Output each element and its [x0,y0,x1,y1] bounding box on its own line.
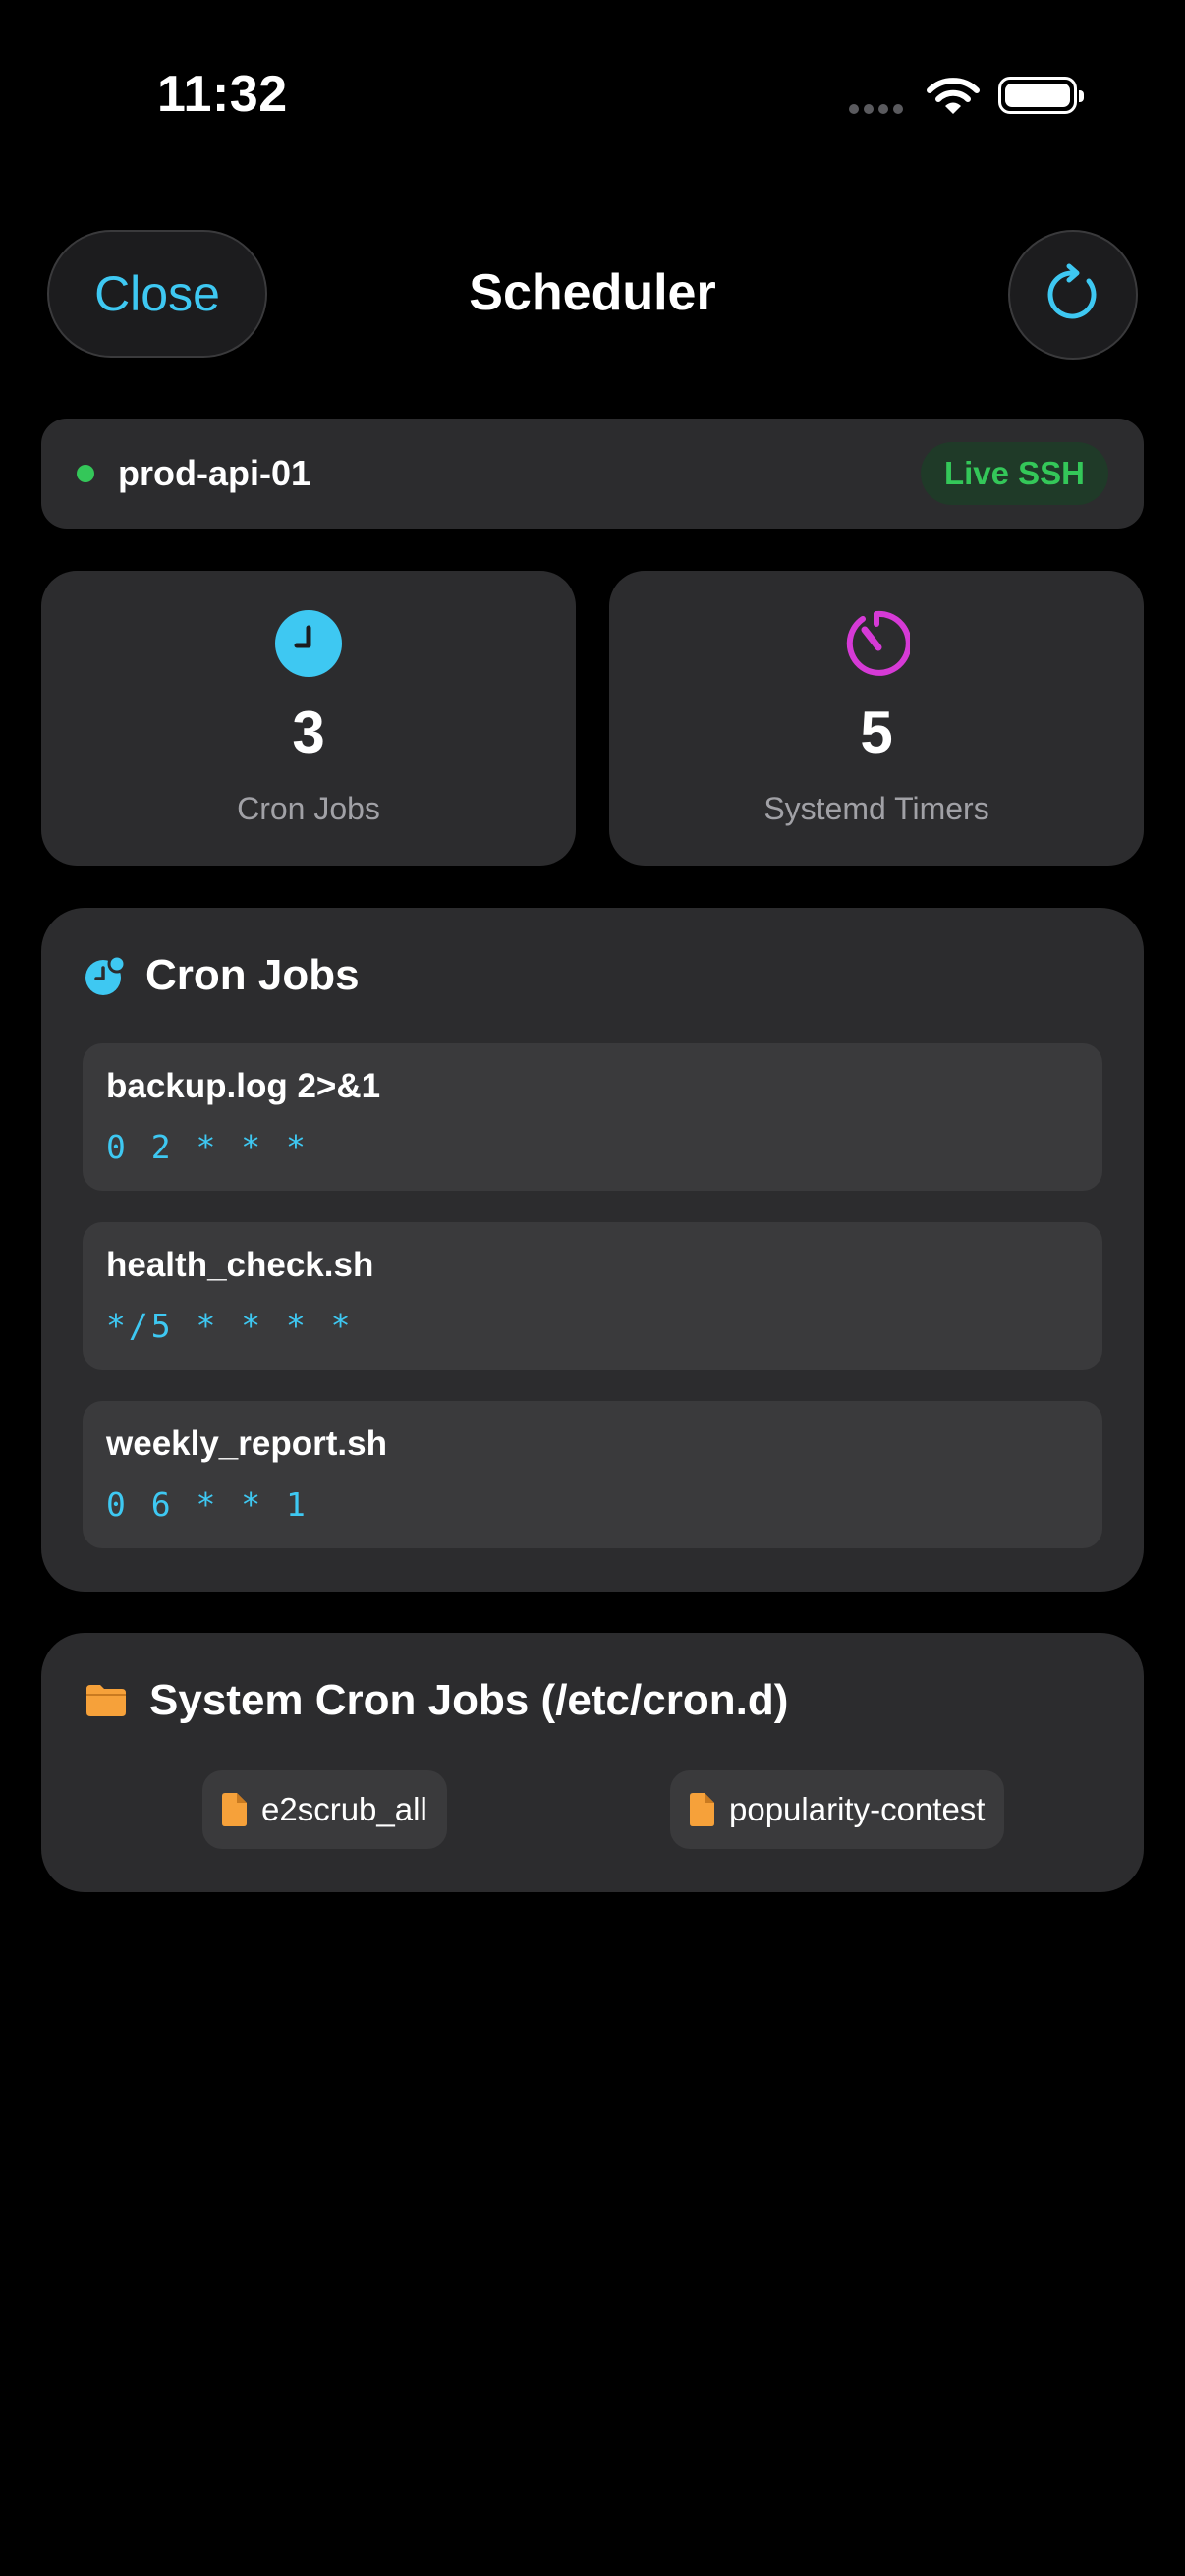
timer-icon [846,610,910,676]
file-icon [222,1793,247,1826]
clock-icon [275,610,342,677]
clock-badge-icon [85,955,126,995]
live-ssh-badge: Live SSH [920,442,1108,505]
job-command: weekly_report.sh [106,1425,387,1463]
file-name: e2scrub_all [261,1791,427,1827]
cron-jobs-stat-card: 3 Cron Jobs [41,571,576,866]
file-icon [690,1793,714,1826]
cron-jobs-section: Cron Jobs backup.log 2>&1 0 2 * * * heal… [41,908,1144,1592]
job-command: backup.log 2>&1 [106,1067,381,1105]
job-command: health_check.sh [106,1246,374,1284]
section-title: Cron Jobs [145,951,360,999]
system-cron-section: System Cron Jobs (/etc/cron.d) e2scrub_a… [41,1633,1144,1892]
server-name: prod-api-01 [118,453,311,493]
refresh-icon [1047,263,1097,319]
dynamic-island [401,37,774,147]
job-schedule: */5 * * * * [106,1307,354,1345]
folder-icon [86,1685,126,1716]
stat-label: Cron Jobs [237,791,380,826]
cron-job-row[interactable]: backup.log 2>&1 0 2 * * * [83,1043,1102,1191]
file-name: popularity-contest [729,1791,986,1827]
job-schedule: 0 6 * * 1 [106,1485,309,1524]
refresh-button[interactable] [1008,230,1138,360]
cron-job-row[interactable]: health_check.sh */5 * * * * [83,1222,1102,1370]
section-title: System Cron Jobs (/etc/cron.d) [149,1676,789,1724]
section-header: Cron Jobs [85,951,360,1000]
cron-file-chip[interactable]: e2scrub_all [202,1770,447,1849]
online-status-dot [77,465,94,482]
wifi-icon [926,77,981,121]
stat-value: 5 [860,700,893,765]
battery-icon [998,77,1084,114]
cellular-signal-icon [849,101,908,114]
job-schedule: 0 2 * * * [106,1128,309,1166]
stat-value: 3 [292,700,325,765]
server-status-bar: prod-api-01 Live SSH [41,419,1144,529]
section-header: System Cron Jobs (/etc/cron.d) [85,1676,788,1725]
stat-label: Systemd Timers [763,791,989,826]
systemd-timers-stat-card: 5 Systemd Timers [609,571,1144,866]
cron-job-row[interactable]: weekly_report.sh 0 6 * * 1 [83,1401,1102,1548]
status-time: 11:32 [157,66,288,123]
cron-file-chip[interactable]: popularity-contest [670,1770,1005,1849]
